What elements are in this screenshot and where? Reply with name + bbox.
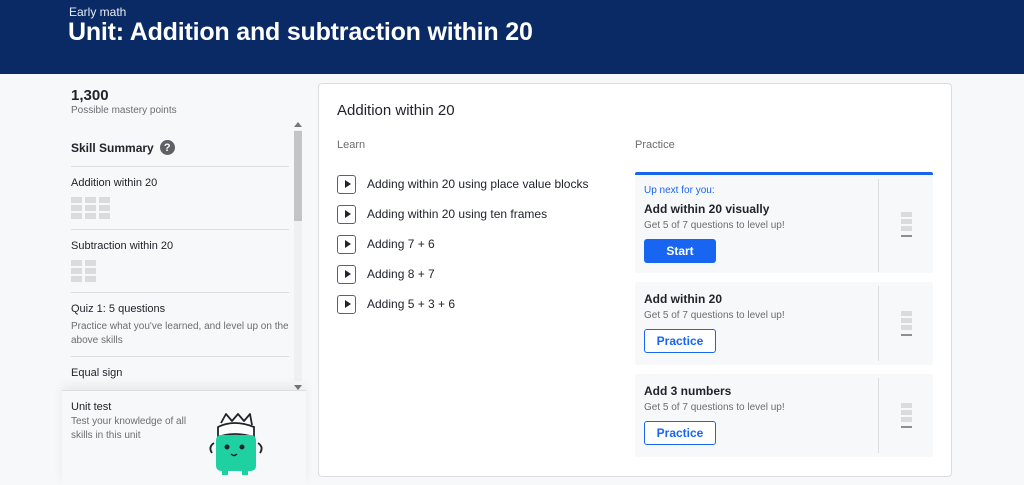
practice-button[interactable]: Practice — [644, 329, 716, 353]
mastery-cell — [71, 197, 82, 221]
mastery-level-indicator — [71, 260, 289, 284]
learn-item-label: Adding 5 + 3 + 6 — [367, 297, 456, 311]
up-next-label: Up next for you: — [644, 185, 715, 196]
sidebar-item-unit-test[interactable]: Unit test Test your knowledge of all ski… — [62, 390, 306, 485]
mastery-cell — [71, 260, 82, 284]
section-title[interactable]: Addition within 20 — [337, 102, 455, 119]
start-button[interactable]: Start — [644, 239, 716, 263]
practice-card-add-3-numbers: Add 3 numbers Get 5 of 7 questions to le… — [635, 374, 933, 457]
mastery-cell — [99, 197, 110, 221]
skill-summary-heading: Skill Summary ? — [71, 140, 175, 155]
learn-column-header: Learn — [337, 139, 366, 151]
learn-item[interactable]: Adding 8 + 7 — [337, 259, 617, 289]
practice-column-header: Practice — [635, 139, 675, 151]
practice-card-subtitle: Get 5 of 7 questions to level up! — [644, 402, 785, 413]
practice-card-title: Add 3 numbers — [644, 384, 732, 398]
skill-card: Addition within 20 Learn Practice Adding… — [318, 83, 952, 477]
help-icon[interactable]: ? — [159, 140, 175, 155]
page-title: Unit: Addition and subtraction within 20 — [68, 18, 533, 46]
video-play-icon — [337, 294, 356, 314]
video-play-icon — [337, 264, 356, 284]
practice-card-title: Add within 20 — [644, 292, 722, 306]
card-divider — [878, 286, 879, 361]
mascot-illustration-icon — [209, 413, 263, 475]
card-divider — [878, 378, 879, 453]
scroll-thumb[interactable] — [294, 131, 302, 221]
card-divider — [878, 179, 879, 272]
video-play-icon — [337, 204, 356, 224]
practice-card-add-within-20: Add within 20 Get 5 of 7 questions to le… — [635, 282, 933, 365]
learn-item-label: Adding within 20 using ten frames — [367, 207, 548, 221]
learn-item-label: Adding 7 + 6 — [367, 237, 435, 251]
sidebar-item-label: Equal sign — [71, 367, 123, 379]
mastery-level-icon — [901, 311, 912, 337]
mastery-cell — [85, 260, 96, 284]
video-play-icon — [337, 174, 356, 194]
unit-test-label: Unit test — [71, 401, 112, 413]
sidebar-item-quiz-1[interactable]: Quiz 1: 5 questions Practice what you've… — [71, 292, 289, 356]
learn-list: Adding within 20 using place value block… — [337, 169, 617, 319]
sidebar-item-label: Subtraction within 20 — [71, 240, 174, 252]
mastery-level-icon — [901, 212, 912, 238]
video-play-icon — [337, 234, 356, 254]
mastery-level-icon — [901, 403, 912, 429]
sidebar-item-label: Addition within 20 — [71, 177, 158, 189]
sidebar-scrollbar[interactable] — [292, 122, 304, 390]
unit-test-description: Test your knowledge of all skills in thi… — [71, 416, 187, 441]
skill-list: Addition within 20 Subtraction within 20… — [71, 166, 289, 388]
practice-button[interactable]: Practice — [644, 421, 716, 445]
sidebar-item-addition-within-20[interactable]: Addition within 20 — [71, 166, 289, 229]
unit-header: Early math Unit: Addition and subtractio… — [0, 0, 1024, 74]
sidebar-item-subtraction-within-20[interactable]: Subtraction within 20 — [71, 229, 289, 292]
scroll-up-arrow-icon[interactable] — [294, 122, 302, 127]
learn-item[interactable]: Adding 5 + 3 + 6 — [337, 289, 617, 319]
sidebar: 1,300 Possible mastery points Skill Summ… — [62, 74, 307, 485]
practice-card-title: Add within 20 visually — [644, 202, 770, 216]
skill-summary-label: Skill Summary — [71, 140, 154, 155]
learn-item[interactable]: Adding 7 + 6 — [337, 229, 617, 259]
learn-item[interactable]: Adding within 20 using ten frames — [337, 199, 617, 229]
practice-card-subtitle: Get 5 of 7 questions to level up! — [644, 310, 785, 321]
learn-item[interactable]: Adding within 20 using place value block… — [337, 169, 617, 199]
learn-item-label: Adding within 20 using place value block… — [367, 177, 589, 191]
mastery-points-label: Possible mastery points — [71, 105, 177, 116]
mastery-level-indicator — [71, 197, 289, 221]
learn-item-label: Adding 8 + 7 — [367, 267, 435, 281]
sidebar-item-description: Practice what you've learned, and level … — [71, 321, 289, 346]
mastery-cell — [85, 197, 96, 221]
mastery-points-value: 1,300 — [71, 87, 109, 104]
breadcrumb[interactable]: Early math — [69, 5, 126, 19]
sidebar-item-equal-sign[interactable]: Equal sign — [71, 356, 289, 387]
sidebar-item-label: Quiz 1: 5 questions — [71, 303, 166, 315]
practice-card-subtitle: Get 5 of 7 questions to level up! — [644, 220, 785, 231]
practice-card-add-within-20-visually: Up next for you: Add within 20 visually … — [635, 172, 933, 273]
